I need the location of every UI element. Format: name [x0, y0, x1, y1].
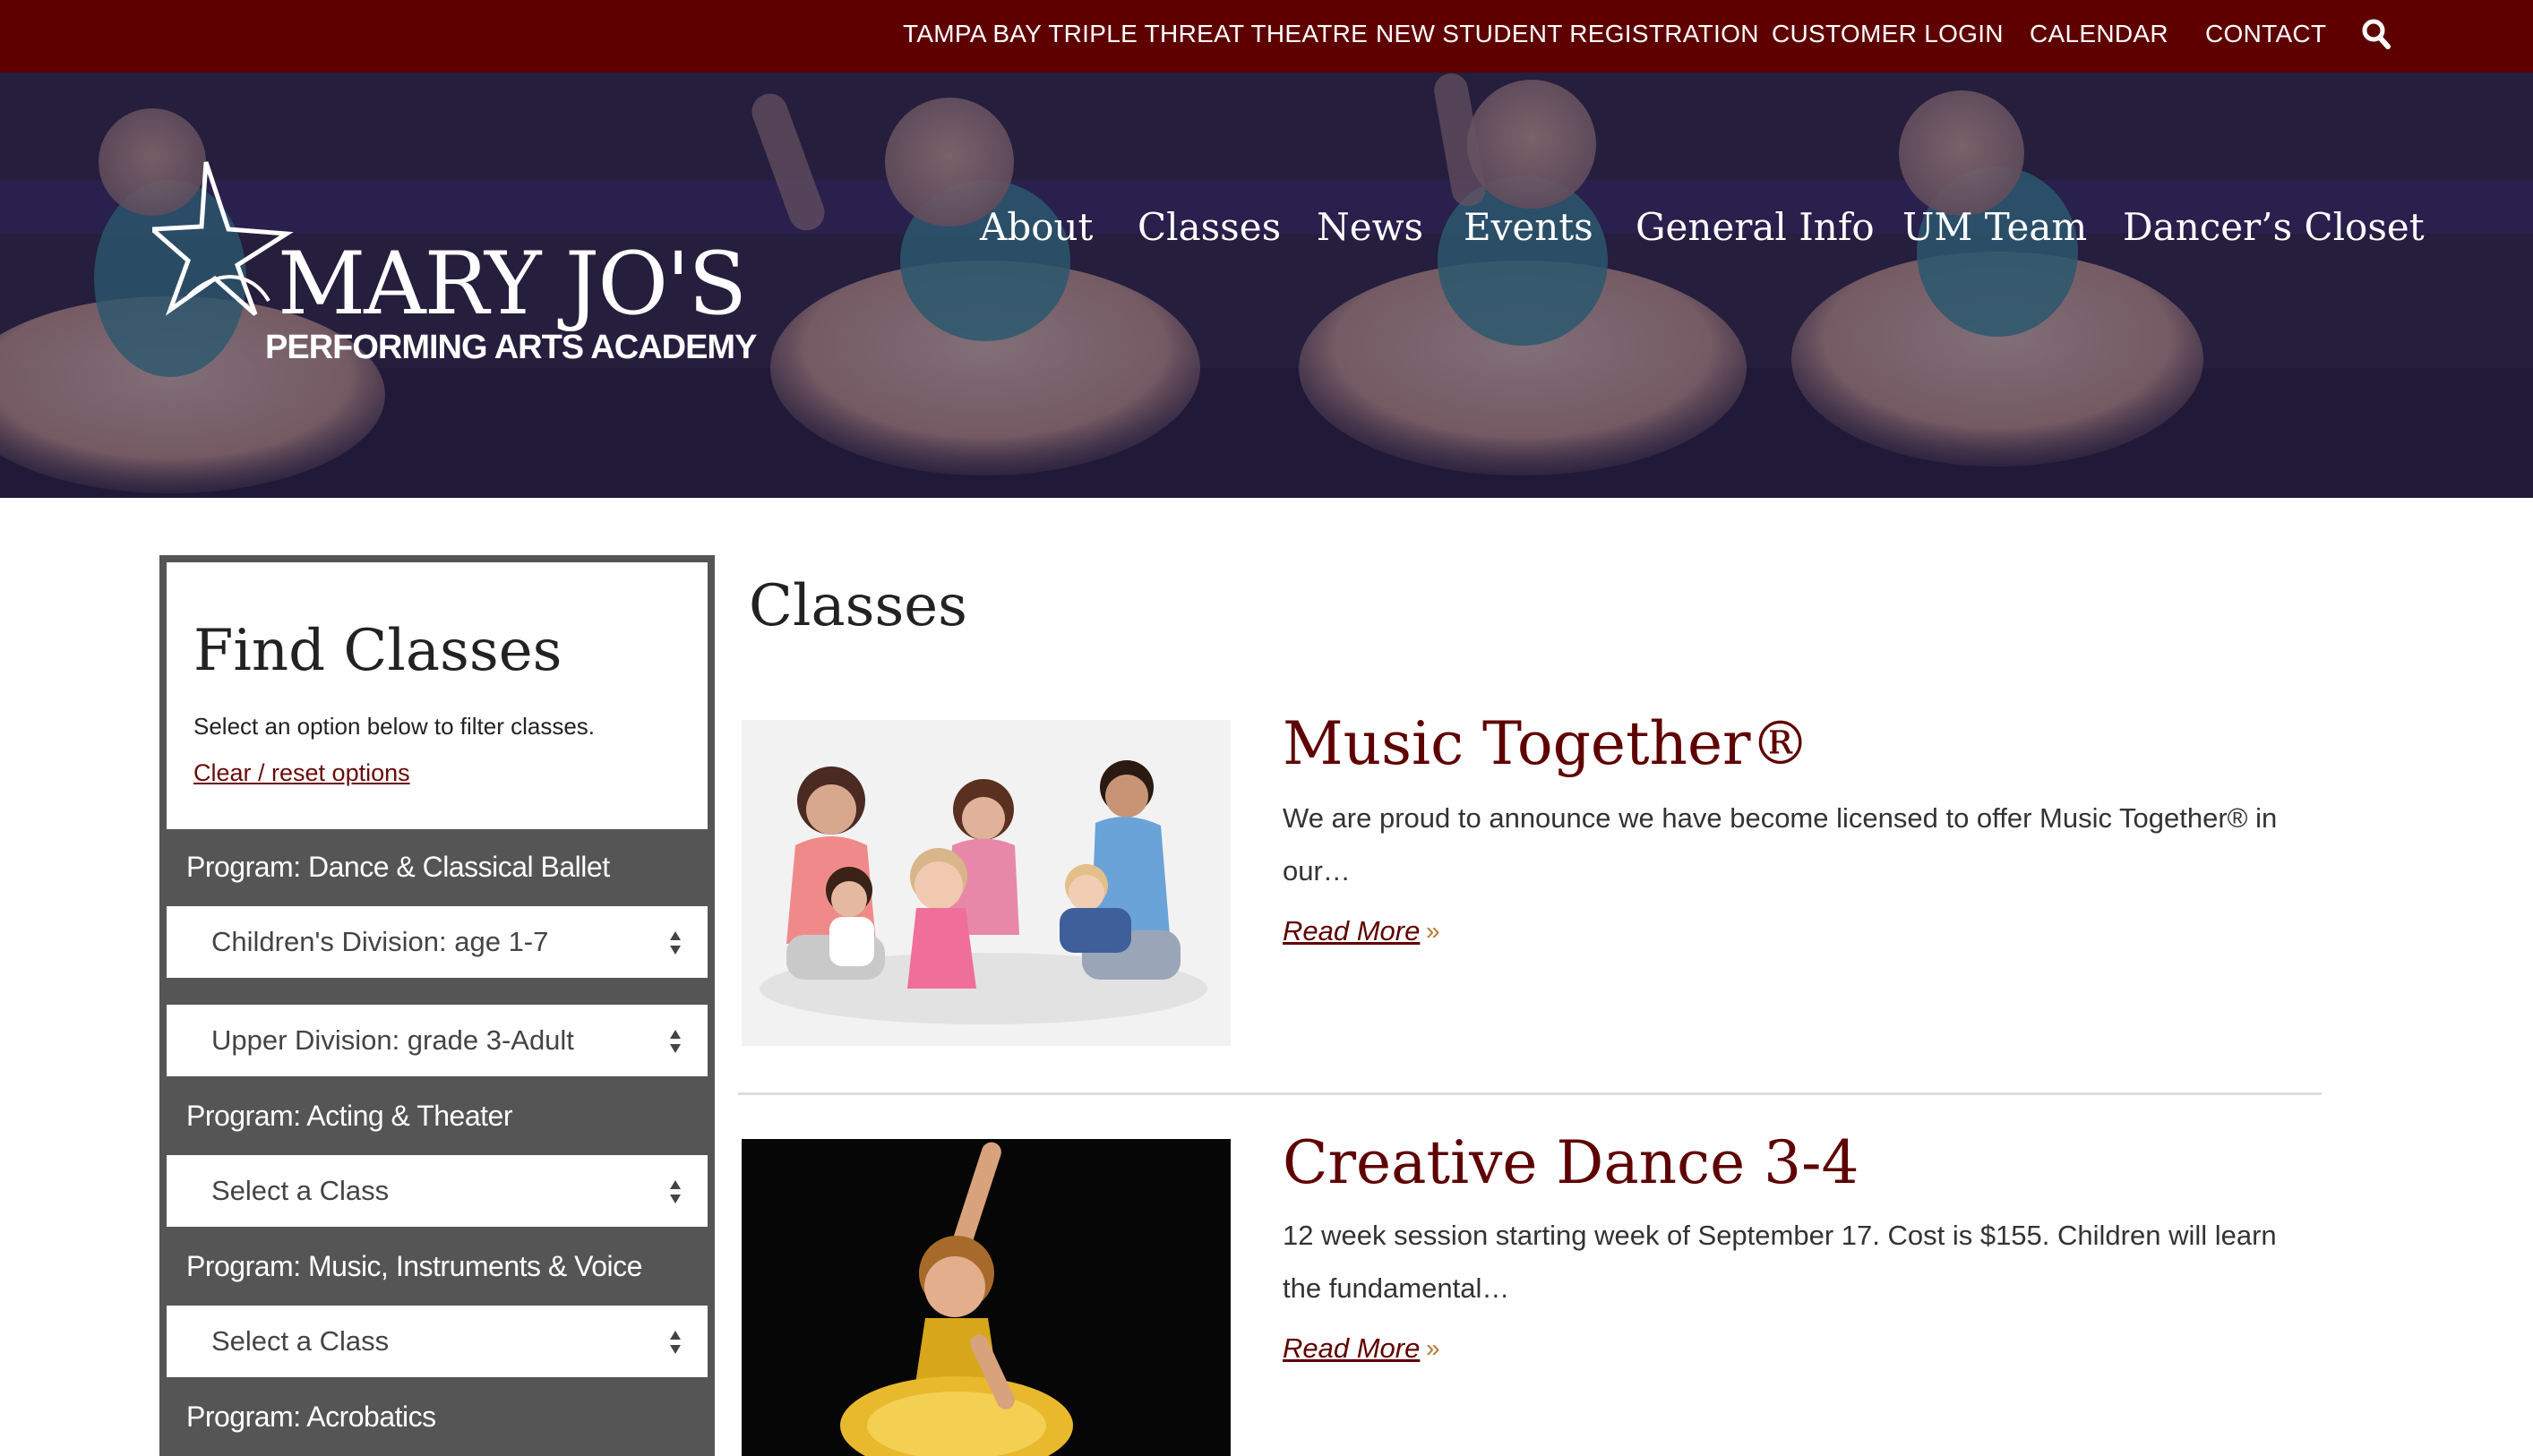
utility-link-new-student-registration[interactable]: NEW STUDENT REGISTRATION	[1376, 20, 1759, 48]
select-arrows-icon	[670, 931, 681, 955]
select-value: Children's Division: age 1-7	[211, 926, 549, 957]
logo-subtitle: PERFORMING ARTS ACADEMY	[265, 329, 757, 366]
creative-dance-image[interactable]	[742, 1139, 1231, 1456]
program-label-music: Program: Music, Instruments & Voice	[186, 1250, 642, 1282]
page-title: Classes	[749, 573, 967, 639]
item-divider	[738, 1092, 2322, 1095]
program-label-acting: Program: Acting & Theater	[186, 1100, 512, 1132]
select-value: Select a Class	[211, 1175, 390, 1206]
utility-link-calendar[interactable]: CALENDAR	[2030, 20, 2168, 48]
utility-link-customer-login[interactable]: CUSTOMER LOGIN	[1772, 20, 2004, 48]
nav-dancers-closet[interactable]: Dancer’s Closet	[2123, 205, 2425, 249]
select-childrens-division[interactable]: Children's Division: age 1-7	[167, 906, 708, 978]
nav-about[interactable]: About	[980, 205, 1093, 249]
double-chevron-icon: »	[1426, 917, 1440, 945]
find-classes-instructions: Select an option below to filter classes…	[193, 713, 596, 740]
class-excerpt-creative-dance: 12 week session starting week of Septemb…	[1283, 1220, 2277, 1304]
select-upper-division[interactable]: Upper Division: grade 3-Adult	[167, 1005, 708, 1076]
select-value: Upper Division: grade 3-Adult	[211, 1024, 574, 1056]
utility-nav: TAMPA BAY TRIPLE THREAT THEATRE NEW STUD…	[0, 0, 2533, 73]
site-logo[interactable]: MARY JO'S PERFORMING ARTS ACADEMY	[152, 144, 757, 404]
select-value: Select a Class	[211, 1325, 390, 1357]
program-label-acrobatics: Program: Acrobatics	[186, 1400, 436, 1433]
find-classes-header: Find Classes Select an option below to f…	[167, 562, 708, 829]
find-classes-sidebar: Find Classes Select an option below to f…	[159, 555, 715, 1456]
hero-banner: MARY JO'S PERFORMING ARTS ACADEMY About …	[0, 73, 2533, 498]
class-title-music-together[interactable]: Music Together®	[1283, 709, 1810, 778]
read-more-music-together[interactable]: Read More	[1283, 915, 1420, 947]
family-photo	[742, 720, 1231, 1046]
music-together-image[interactable]	[742, 720, 1231, 1046]
class-excerpt-music-together: We are proud to announce we have become …	[1283, 802, 2278, 886]
nav-classes[interactable]: Classes	[1138, 205, 1281, 249]
clear-reset-link[interactable]: Clear / reset options	[193, 759, 410, 787]
dancer-photo	[742, 1139, 1231, 1456]
nav-um-team[interactable]: UM Team	[1902, 205, 2087, 249]
nav-news[interactable]: News	[1317, 205, 1423, 249]
find-classes-title: Find Classes	[193, 618, 562, 684]
utility-link-triple-threat-theatre[interactable]: TAMPA BAY TRIPLE THREAT THEATRE	[903, 20, 1368, 48]
search-icon[interactable]	[2361, 18, 2391, 50]
program-label-dance: Program: Dance & Classical Ballet	[186, 851, 610, 883]
utility-link-contact[interactable]: CONTACT	[2205, 20, 2326, 48]
select-acting-class[interactable]: Select a Class	[167, 1155, 708, 1227]
read-more-creative-dance[interactable]: Read More	[1283, 1332, 1420, 1365]
class-title-creative-dance[interactable]: Creative Dance 3-4	[1283, 1128, 1859, 1197]
double-chevron-icon: »	[1426, 1334, 1440, 1362]
select-arrows-icon	[670, 1030, 681, 1053]
nav-events[interactable]: Events	[1464, 205, 1593, 249]
logo-title: MARY JO'S	[278, 234, 747, 334]
select-arrows-icon	[670, 1331, 681, 1354]
nav-general-info[interactable]: General Info	[1636, 205, 1875, 249]
top-utility-bar: TAMPA BAY TRIPLE THREAT THEATRE NEW STUD…	[0, 0, 2533, 73]
select-music-class[interactable]: Select a Class	[167, 1306, 708, 1377]
select-arrows-icon	[670, 1180, 681, 1203]
